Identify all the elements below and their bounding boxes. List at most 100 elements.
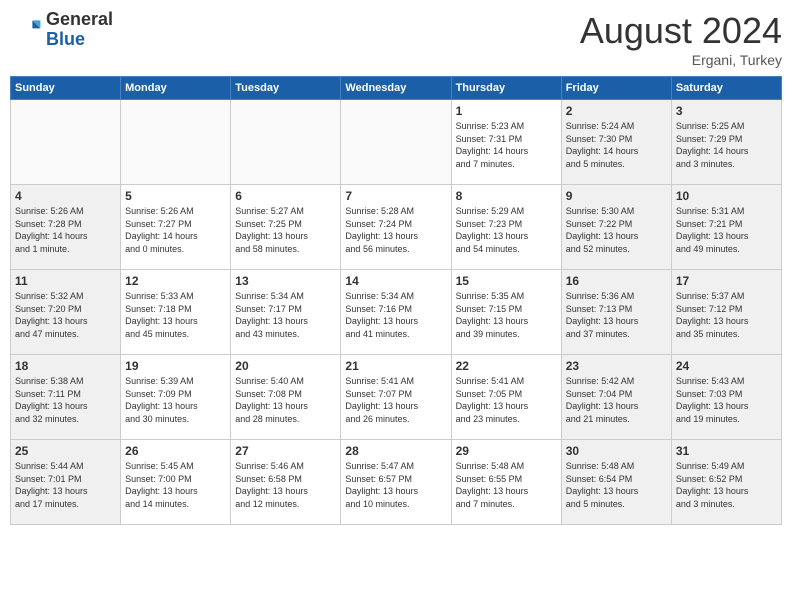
day-number: 10 [676, 189, 777, 203]
logo: General Blue [10, 10, 113, 50]
day-info: Sunrise: 5:39 AM Sunset: 7:09 PM Dayligh… [125, 375, 226, 425]
week-row-4: 18 Sunrise: 5:38 AM Sunset: 7:11 PM Dayli… [11, 355, 782, 440]
day-cell-9: 9 Sunrise: 5:30 AM Sunset: 7:22 PM Daylig… [561, 185, 671, 270]
day-number: 29 [456, 444, 557, 458]
day-cell-26: 26Sunrise: 5:45 AM Sunset: 7:00 PM Dayli… [121, 440, 231, 525]
weekday-header-tuesday: Tuesday [231, 77, 341, 100]
weekday-header-sunday: Sunday [11, 77, 121, 100]
day-cell-8: 8 Sunrise: 5:29 AM Sunset: 7:23 PM Daylig… [451, 185, 561, 270]
weekday-header-monday: Monday [121, 77, 231, 100]
day-info: Sunrise: 5:43 AM Sunset: 7:03 PM Dayligh… [676, 375, 777, 425]
day-info: Sunrise: 5:48 AM Sunset: 6:55 PM Dayligh… [456, 460, 557, 510]
month-year: August 2024 [580, 10, 782, 52]
day-info: Sunrise: 5:31 AM Sunset: 7:21 PM Dayligh… [676, 205, 777, 255]
weekday-header-wednesday: Wednesday [341, 77, 451, 100]
day-cell-27: 27Sunrise: 5:46 AM Sunset: 6:58 PM Dayli… [231, 440, 341, 525]
empty-cell [11, 100, 121, 185]
day-cell-18: 18 Sunrise: 5:38 AM Sunset: 7:11 PM Dayli… [11, 355, 121, 440]
day-number: 7 [345, 189, 446, 203]
day-number: 6 [235, 189, 336, 203]
day-cell-11: 11 Sunrise: 5:32 AM Sunset: 7:20 PM Dayli… [11, 270, 121, 355]
day-number: 16 [566, 274, 667, 288]
day-cell-10: 10 Sunrise: 5:31 AM Sunset: 7:21 PM Dayli… [671, 185, 781, 270]
day-number: 4 [15, 189, 116, 203]
day-number: 24 [676, 359, 777, 373]
day-cell-2: 2 Sunrise: 5:24 AM Sunset: 7:30 PM Daylig… [561, 100, 671, 185]
day-number: 2 [566, 104, 667, 118]
day-info: Sunrise: 5:41 AM Sunset: 7:07 PM Dayligh… [345, 375, 446, 425]
weekday-header-row: SundayMondayTuesdayWednesdayThursdayFrid… [11, 77, 782, 100]
day-number: 17 [676, 274, 777, 288]
day-number: 30 [566, 444, 667, 458]
day-info: Sunrise: 5:30 AM Sunset: 7:22 PM Dayligh… [566, 205, 667, 255]
logo-general: General [46, 10, 113, 30]
day-cell-16: 16 Sunrise: 5:36 AM Sunset: 7:13 PM Dayli… [561, 270, 671, 355]
day-info: Sunrise: 5:27 AM Sunset: 7:25 PM Dayligh… [235, 205, 336, 255]
day-cell-1: 1Sunrise: 5:23 AM Sunset: 7:31 PM Daylig… [451, 100, 561, 185]
day-number: 20 [235, 359, 336, 373]
day-number: 3 [676, 104, 777, 118]
day-info: Sunrise: 5:26 AM Sunset: 7:28 PM Dayligh… [15, 205, 116, 255]
day-number: 12 [125, 274, 226, 288]
day-cell-30: 30 Sunrise: 5:48 AM Sunset: 6:54 PM Dayli… [561, 440, 671, 525]
logo-blue-text: Blue [46, 30, 113, 50]
page-header: General Blue August 2024 Ergani, Turkey [10, 10, 782, 68]
calendar-table: SundayMondayTuesdayWednesdayThursdayFrid… [10, 76, 782, 525]
title-block: August 2024 Ergani, Turkey [580, 10, 782, 68]
day-info: Sunrise: 5:35 AM Sunset: 7:15 PM Dayligh… [456, 290, 557, 340]
day-info: Sunrise: 5:36 AM Sunset: 7:13 PM Dayligh… [566, 290, 667, 340]
day-info: Sunrise: 5:37 AM Sunset: 7:12 PM Dayligh… [676, 290, 777, 340]
day-info: Sunrise: 5:25 AM Sunset: 7:29 PM Dayligh… [676, 120, 777, 170]
day-info: Sunrise: 5:23 AM Sunset: 7:31 PM Dayligh… [456, 120, 557, 170]
day-number: 25 [15, 444, 116, 458]
day-number: 27 [235, 444, 336, 458]
day-info: Sunrise: 5:29 AM Sunset: 7:23 PM Dayligh… [456, 205, 557, 255]
day-cell-22: 22Sunrise: 5:41 AM Sunset: 7:05 PM Dayli… [451, 355, 561, 440]
week-row-2: 4 Sunrise: 5:26 AM Sunset: 7:28 PM Daylig… [11, 185, 782, 270]
day-number: 23 [566, 359, 667, 373]
day-info: Sunrise: 5:38 AM Sunset: 7:11 PM Dayligh… [15, 375, 116, 425]
weekday-header-saturday: Saturday [671, 77, 781, 100]
day-cell-29: 29 Sunrise: 5:48 AM Sunset: 6:55 PM Dayli… [451, 440, 561, 525]
day-info: Sunrise: 5:34 AM Sunset: 7:17 PM Dayligh… [235, 290, 336, 340]
location: Ergani, Turkey [580, 52, 782, 68]
day-info: Sunrise: 5:49 AM Sunset: 6:52 PM Dayligh… [676, 460, 777, 510]
day-cell-25: 25 Sunrise: 5:44 AM Sunset: 7:01 PM Dayli… [11, 440, 121, 525]
day-cell-21: 21 Sunrise: 5:41 AM Sunset: 7:07 PM Dayli… [341, 355, 451, 440]
day-number: 19 [125, 359, 226, 373]
day-number: 28 [345, 444, 446, 458]
day-info: Sunrise: 5:47 AM Sunset: 6:57 PM Dayligh… [345, 460, 446, 510]
week-row-1: 1Sunrise: 5:23 AM Sunset: 7:31 PM Daylig… [11, 100, 782, 185]
day-cell-3: 3 Sunrise: 5:25 AM Sunset: 7:29 PM Daylig… [671, 100, 781, 185]
day-number: 26 [125, 444, 226, 458]
weekday-header-thursday: Thursday [451, 77, 561, 100]
day-cell-20: 20Sunrise: 5:40 AM Sunset: 7:08 PM Dayli… [231, 355, 341, 440]
day-number: 13 [235, 274, 336, 288]
day-info: Sunrise: 5:41 AM Sunset: 7:05 PM Dayligh… [456, 375, 557, 425]
day-number: 21 [345, 359, 446, 373]
day-info: Sunrise: 5:24 AM Sunset: 7:30 PM Dayligh… [566, 120, 667, 170]
day-cell-7: 7Sunrise: 5:28 AM Sunset: 7:24 PM Daylig… [341, 185, 451, 270]
day-number: 8 [456, 189, 557, 203]
day-info: Sunrise: 5:32 AM Sunset: 7:20 PM Dayligh… [15, 290, 116, 340]
day-info: Sunrise: 5:48 AM Sunset: 6:54 PM Dayligh… [566, 460, 667, 510]
day-number: 5 [125, 189, 226, 203]
day-cell-17: 17 Sunrise: 5:37 AM Sunset: 7:12 PM Dayli… [671, 270, 781, 355]
day-cell-14: 14Sunrise: 5:34 AM Sunset: 7:16 PM Dayli… [341, 270, 451, 355]
logo-icon [10, 14, 42, 46]
day-info: Sunrise: 5:33 AM Sunset: 7:18 PM Dayligh… [125, 290, 226, 340]
day-cell-23: 23Sunrise: 5:42 AM Sunset: 7:04 PM Dayli… [561, 355, 671, 440]
day-number: 14 [345, 274, 446, 288]
day-cell-5: 5 Sunrise: 5:26 AM Sunset: 7:27 PM Daylig… [121, 185, 231, 270]
weekday-header-friday: Friday [561, 77, 671, 100]
day-cell-12: 12 Sunrise: 5:33 AM Sunset: 7:18 PM Dayli… [121, 270, 231, 355]
day-info: Sunrise: 5:44 AM Sunset: 7:01 PM Dayligh… [15, 460, 116, 510]
empty-cell [341, 100, 451, 185]
empty-cell [121, 100, 231, 185]
day-number: 9 [566, 189, 667, 203]
day-info: Sunrise: 5:26 AM Sunset: 7:27 PM Dayligh… [125, 205, 226, 255]
day-number: 11 [15, 274, 116, 288]
day-number: 15 [456, 274, 557, 288]
logo-text: General Blue [46, 10, 113, 50]
day-number: 18 [15, 359, 116, 373]
